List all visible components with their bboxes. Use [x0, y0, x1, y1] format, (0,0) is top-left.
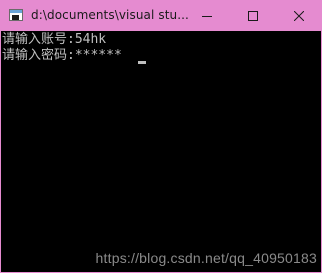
console-window: d:\documents\visual stu... 请输入账号:54hk 请输… [0, 0, 322, 273]
title-bar[interactable]: d:\documents\visual stu... [0, 0, 322, 31]
minimize-button[interactable] [184, 0, 230, 31]
console-line-account: 请输入账号:54hk [2, 32, 107, 47]
console-line-password: 请输入密码:****** [2, 48, 122, 63]
maximize-button[interactable] [230, 0, 276, 31]
maximize-icon [248, 10, 258, 21]
window-title: d:\documents\visual stu... [31, 8, 189, 22]
text-cursor [138, 61, 146, 64]
console-output-area[interactable]: 请输入账号:54hk 请输入密码:****** https://blog.csd… [1, 31, 321, 272]
minimize-icon [202, 15, 212, 17]
close-icon [294, 10, 304, 21]
watermark-text: https://blog.csdn.net/qq_40950183 [95, 250, 317, 266]
close-button[interactable] [276, 0, 322, 31]
console-app-icon[interactable] [9, 9, 23, 21]
